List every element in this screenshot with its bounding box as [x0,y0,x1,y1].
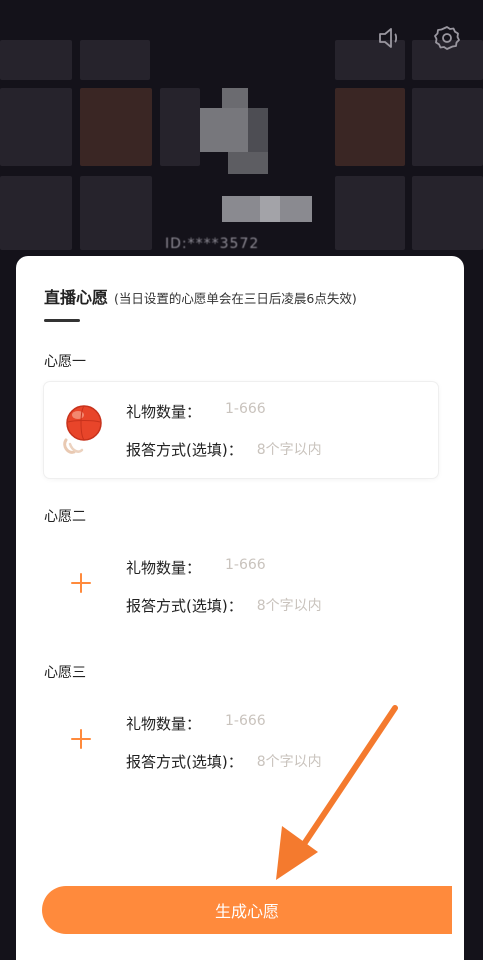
gift-count-row: 礼物数量： 1-666 [126,713,266,734]
reply-row: 报答方式(选填)： 8个字以内 [126,439,322,460]
top-icons [373,22,463,54]
sheet-subtitle: (当日设置的心愿单会在三日后凌晨6点失效) [114,291,357,306]
gift-count-input[interactable]: 1-666 [225,401,266,422]
title-underline [44,319,80,322]
settings-icon[interactable] [431,22,463,54]
gift-count-row: 礼物数量： 1-666 [126,557,266,578]
gift-count-label: 礼物数量： [126,403,202,421]
wish-3-card[interactable]: 礼物数量： 1-666 报答方式(选填)： 8个字以内 [44,694,438,790]
wish-1-card[interactable]: 礼物数量： 1-666 报答方式(选填)： 8个字以内 [44,382,438,478]
gift-count-row: 礼物数量： 1-666 [126,401,266,422]
sheet-header: 直播心愿 (当日设置的心愿单会在三日后凌晨6点失效) [44,284,357,308]
gift-count-input[interactable]: 1-666 [225,557,266,578]
plus-icon[interactable] [66,724,96,754]
speaker-icon[interactable] [373,22,405,54]
reply-input[interactable]: 8个字以内 [257,439,322,460]
plus-icon[interactable] [66,568,96,598]
wish-3-label: 心愿三 [44,665,86,681]
generate-wish-button[interactable]: 生成心愿 [42,886,452,934]
gift-icon[interactable] [56,400,106,460]
reply-label: 报答方式(选填)： [126,597,243,615]
wish-list-sheet: 直播心愿 (当日设置的心愿单会在三日后凌晨6点失效) 心愿一 礼物数量： 1-6… [16,256,464,960]
wish-1-label: 心愿一 [44,354,86,370]
reply-input[interactable]: 8个字以内 [257,751,322,772]
reply-label: 报答方式(选填)： [126,441,243,459]
sheet-title: 直播心愿 [44,288,109,307]
reply-label: 报答方式(选填)： [126,753,243,771]
streamer-id: ID:****3572 [165,236,260,252]
gift-count-label: 礼物数量： [126,559,202,577]
gift-count-input[interactable]: 1-666 [225,713,266,734]
gift-count-label: 礼物数量： [126,715,202,733]
reply-row: 报答方式(选填)： 8个字以内 [126,595,322,616]
reply-row: 报答方式(选填)： 8个字以内 [126,751,322,772]
wish-2-label: 心愿二 [44,509,86,525]
wish-2-card[interactable]: 礼物数量： 1-666 报答方式(选填)： 8个字以内 [44,538,438,634]
reply-input[interactable]: 8个字以内 [257,595,322,616]
